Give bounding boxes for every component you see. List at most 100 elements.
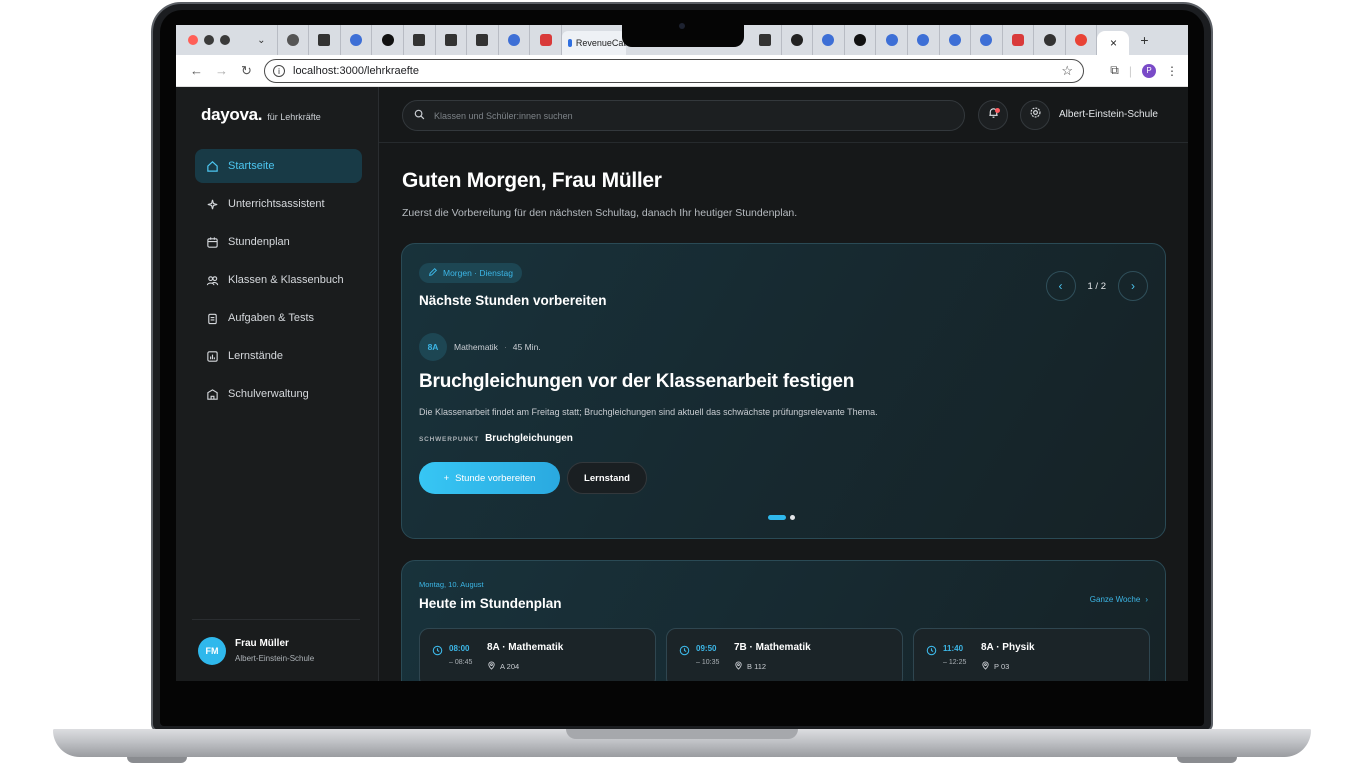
sidebar-item-startseite[interactable]: Startseite	[195, 149, 362, 183]
toolbar-actions: ⧉ | P ⋮	[1110, 63, 1178, 78]
next-button[interactable]: ›	[1118, 271, 1148, 301]
browser-tab[interactable]	[782, 25, 814, 55]
laptop-foot	[127, 757, 187, 763]
class-badge: 8A	[419, 333, 447, 361]
browser-tab[interactable]	[971, 25, 1003, 55]
carousel-dots	[768, 515, 795, 520]
full-week-link[interactable]: Ganze Woche ›	[1090, 595, 1148, 604]
location-pin-icon	[734, 661, 743, 672]
address-bar[interactable]: i localhost:3000/lehrkraefte ☆	[264, 59, 1084, 83]
schedule-slot[interactable]: 09:50 – 10:35 7B · Mathematik B 112	[666, 628, 903, 681]
camera-icon	[679, 23, 685, 29]
users-icon	[206, 274, 219, 287]
focus-topic: SCHWERPUNKT Bruchgleichungen	[419, 433, 573, 444]
sparkle-icon	[206, 198, 219, 211]
new-tab-button[interactable]: +	[1129, 25, 1159, 55]
sidebar: dayova. für Lehrkräfte Startseite Unterr…	[176, 87, 379, 681]
prepare-lesson-button[interactable]: + Stunde vorbereiten	[419, 462, 560, 494]
laptop-mockup: ⌄ RevenueCat × + ← → ↻ i localhost:3000/…	[0, 0, 1364, 768]
url-text: localhost:3000/lehrkraefte	[293, 65, 419, 77]
lesson-title: Bruchgleichungen vor der Klassenarbeit f…	[419, 371, 855, 392]
clock-icon	[432, 643, 443, 661]
browser-tab[interactable]	[499, 25, 531, 55]
settings-button[interactable]	[1020, 100, 1050, 130]
browser-tab[interactable]	[372, 25, 404, 55]
location-pin-icon	[487, 661, 496, 672]
notifications-button[interactable]	[978, 100, 1008, 130]
schedule-slot[interactable]: 11:40 – 12:25 8A · Physik P 03	[913, 628, 1150, 681]
chevron-right-icon: ›	[1145, 595, 1148, 604]
schedule-slot[interactable]: 08:00 – 08:45 8A · Mathematik A 204	[419, 628, 656, 681]
browser-tab-revenuecat[interactable]: RevenueCat	[561, 31, 626, 55]
lesson-meta: Mathematik · 45 Min.	[454, 342, 541, 352]
page-subtitle: Zuerst die Vorbereitung für den nächsten…	[402, 207, 798, 219]
toolbar-divider: |	[1128, 63, 1132, 78]
browser-tab[interactable]	[404, 25, 436, 55]
revenuecat-icon	[567, 39, 572, 47]
schedule-slots: 08:00 – 08:45 8A · Mathematik A 204 09:5…	[419, 628, 1150, 681]
sidebar-nav: Startseite Unterrichtsassistent Stundenp…	[195, 149, 362, 415]
top-bar: Albert-Einstein-Schule	[379, 87, 1188, 143]
prev-button[interactable]: ‹	[1045, 271, 1076, 301]
main-content: Albert-Einstein-Schule Guten Morgen, Fra…	[379, 87, 1188, 681]
browser-tab[interactable]	[341, 25, 373, 55]
browser-tab[interactable]	[750, 25, 782, 55]
minimize-window-button[interactable]	[204, 35, 214, 45]
forward-arrow-icon[interactable]: →	[209, 63, 234, 78]
browser-tab[interactable]	[813, 25, 845, 55]
search-box	[402, 100, 965, 131]
bookmark-star-icon[interactable]: ☆	[1061, 63, 1073, 79]
pager: ‹ 1 / 2 ›	[1045, 271, 1148, 301]
browser-tab[interactable]	[530, 25, 562, 55]
pager-count: 1 / 2	[1087, 280, 1107, 292]
maximize-window-button[interactable]	[220, 35, 230, 45]
sidebar-item-aufgaben[interactable]: Aufgaben & Tests	[195, 301, 362, 335]
google-tab-icon[interactable]	[1066, 25, 1098, 55]
user-profile[interactable]: FM Frau Müller Albert-Einstein-Schule	[192, 619, 360, 681]
learning-status-button[interactable]: Lernstand	[567, 462, 647, 494]
school-selector[interactable]: Albert-Einstein-Schule	[1059, 109, 1158, 120]
browser-toolbar: ← → ↻ i localhost:3000/lehrkraefte ☆ ⧉ |…	[176, 55, 1188, 87]
sidebar-item-klassen[interactable]: Klassen & Klassenbuch	[195, 263, 362, 297]
browser-tab[interactable]	[436, 25, 468, 55]
carousel-dot-active[interactable]	[768, 515, 786, 520]
next-lessons-card: Morgen · Dienstag Nächste Stunden vorber…	[401, 243, 1166, 539]
window-controls	[176, 35, 246, 45]
sidebar-item-lernstaende[interactable]: Lernstände	[195, 339, 362, 373]
more-menu-icon[interactable]: ⋮	[1166, 64, 1178, 78]
chevron-right-icon: ›	[1131, 279, 1135, 293]
search-input[interactable]	[434, 110, 934, 121]
clock-icon	[926, 643, 937, 661]
sidebar-item-unterrichtsassistent[interactable]: Unterrichtsassistent	[195, 187, 362, 221]
reload-icon[interactable]: ↻	[234, 63, 259, 79]
sidebar-item-stundenplan[interactable]: Stundenplan	[195, 225, 362, 259]
browser-tab[interactable]	[1003, 25, 1035, 55]
sidebar-item-schulverwaltung[interactable]: Schulverwaltung	[195, 377, 362, 411]
brand-subtitle: für Lehrkräfte	[267, 112, 321, 122]
close-window-button[interactable]	[188, 35, 198, 45]
active-tab-close-button[interactable]: ×	[1097, 31, 1130, 55]
github-tab-icon[interactable]	[845, 25, 877, 55]
browser-tab[interactable]	[876, 25, 908, 55]
browser-tab[interactable]	[908, 25, 940, 55]
extensions-icon[interactable]: ⧉	[1110, 63, 1119, 78]
browser-tab[interactable]	[309, 25, 341, 55]
carousel-dot[interactable]	[790, 515, 795, 520]
app-root: dayova. für Lehrkräfte Startseite Unterr…	[176, 87, 1188, 681]
browser-tab[interactable]	[467, 25, 499, 55]
next-lessons-title: Nächste Stunden vorbereiten	[419, 293, 607, 308]
tab-search-icon[interactable]: ⌄	[246, 25, 278, 55]
chart-icon	[206, 350, 219, 363]
browser-tab[interactable]	[278, 25, 310, 55]
profile-avatar-icon[interactable]: P	[1142, 63, 1156, 78]
building-icon	[206, 388, 219, 401]
back-arrow-icon[interactable]: ←	[184, 63, 209, 78]
clock-icon	[679, 643, 690, 661]
page-title: Guten Morgen, Frau Müller	[402, 169, 662, 192]
location-pin-icon	[981, 661, 990, 672]
brand-name: dayova.	[201, 105, 263, 124]
brand-logo[interactable]: dayova. für Lehrkräfte	[201, 105, 321, 125]
site-info-icon[interactable]: i	[273, 65, 285, 77]
browser-tab[interactable]	[1034, 25, 1066, 55]
browser-tab[interactable]	[940, 25, 972, 55]
